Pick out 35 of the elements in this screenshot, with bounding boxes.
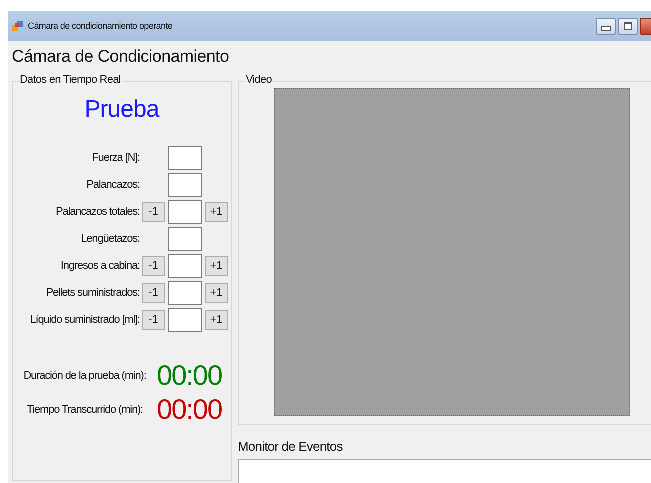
value-field[interactable]	[168, 281, 202, 305]
increment-button[interactable]: +1	[205, 283, 228, 303]
decrement-button[interactable]: -1	[142, 283, 165, 303]
decrement-button[interactable]: -1	[142, 310, 165, 330]
timer-value: 00:00	[157, 360, 222, 392]
value-field[interactable]	[168, 254, 202, 278]
value-field[interactable]	[168, 200, 202, 224]
group-title: Video	[245, 74, 273, 86]
field-label: Fuerza [N]:	[91, 152, 141, 164]
mode-label: Prueba	[84, 96, 161, 125]
timer-value: 00:00	[157, 394, 222, 426]
decrement-button[interactable]: -1	[142, 256, 165, 276]
field-label: Lengüetazos:	[80, 233, 141, 245]
timer-label: Duración de la prueba (min):	[22, 370, 148, 382]
decrement-button[interactable]: -1	[142, 202, 165, 222]
increment-button[interactable]: +1	[205, 310, 228, 330]
increment-button[interactable]: +1	[205, 202, 228, 222]
group-title: Datos en Tiempo Real	[19, 74, 122, 86]
value-field[interactable]	[168, 173, 202, 197]
minimize-button[interactable]	[596, 18, 616, 34]
increment-button[interactable]: +1	[205, 256, 228, 276]
events-title: Monitor de Eventos	[238, 439, 344, 454]
field-label: Palancazos totales:	[55, 206, 141, 218]
maximize-button[interactable]	[618, 18, 638, 34]
field-label: Palancazos:	[86, 179, 141, 191]
timer-label: Tiempo Transcurrido (min):	[26, 404, 144, 416]
form-heading: Cámara de Condicionamiento	[12, 46, 230, 68]
app-icon	[12, 20, 24, 32]
field-label: Pellets suministrados:	[45, 287, 141, 299]
value-field[interactable]	[168, 308, 202, 332]
value-field[interactable]	[168, 146, 202, 170]
field-label: Ingresos a cabina:	[60, 260, 141, 272]
value-field[interactable]	[168, 227, 202, 251]
window-title: Cámara de condicionamiento operante	[28, 21, 173, 31]
field-label: Líquido suministrado [ml]:	[29, 314, 141, 326]
